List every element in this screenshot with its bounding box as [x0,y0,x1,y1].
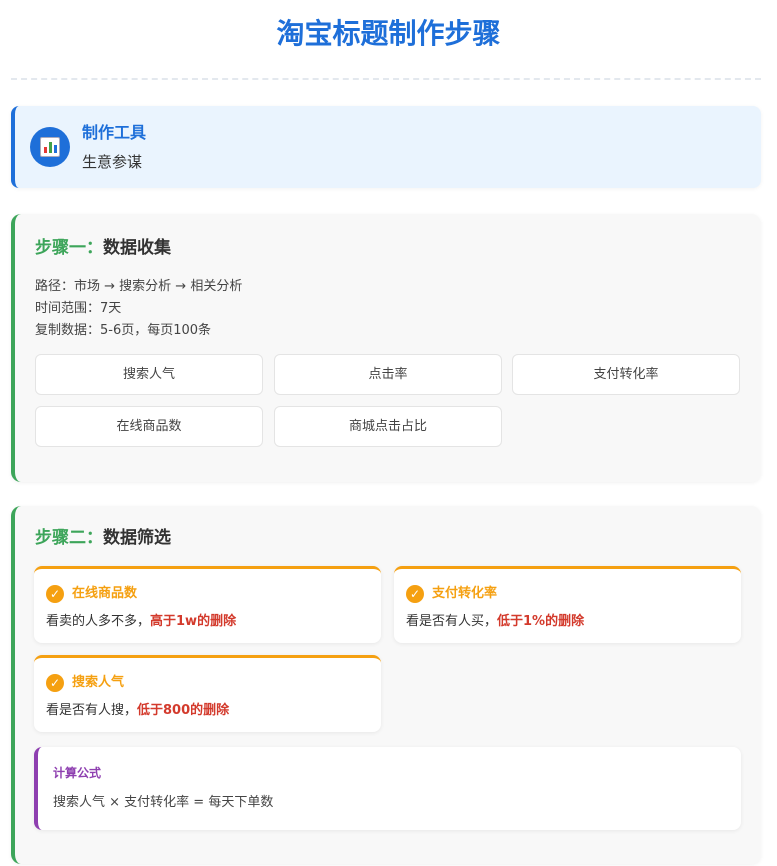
check-icon: ✓ [406,585,424,603]
check-icon: ✓ [46,674,64,692]
filter-rule: 高于1w的删除 [150,614,237,629]
tool-value: 生意参谋 [82,153,143,171]
formula-text: 搜索人气 × 支付转化率 = 每天下单数 [53,795,274,810]
filter-title: 在线商品数 [72,586,138,601]
metric-payment-conversion: 支付转化率 [512,354,740,395]
metric-click-rate: 点击率 [274,354,502,395]
step-one-title: 步骤一：数据收集 [35,236,171,260]
info-copy-data: 复制数据：5-6页，每页100条 [35,323,212,338]
filter-payment-conversion: ✓ 支付转化率 看是否有人买，低于1%的删除 [394,566,741,643]
metric-search-popularity: 搜索人气 [35,354,263,395]
step-one-name: 数据收集 [103,238,171,258]
filter-desc: 看是否有人搜，低于800的删除 [46,701,229,721]
check-icon: ✓ [46,585,64,603]
step-two-name: 数据筛选 [103,528,171,548]
filter-search-popularity: ✓ 搜索人气 看是否有人搜，低于800的删除 [34,655,381,732]
formula-label: 计算公式 [53,766,102,780]
info-time-range: 时间范围：7天 [35,301,122,316]
metric-mall-click-share: 商城点击占比 [274,406,502,447]
tool-label: 制作工具 [82,123,147,142]
filter-rule: 低于800的删除 [137,703,230,718]
step-one-card: 步骤一：数据收集 路径：市场 → 搜索分析 → 相关分析 时间范围：7天 复制数… [11,214,761,482]
filter-desc-text: 看是否有人买， [406,614,498,629]
filter-online-products: ✓ 在线商品数 看卖的人多不多，高于1w的删除 [34,566,381,643]
page-title: 淘宝标题制作步骤 [276,17,501,50]
filter-desc: 看卖的人多不多，高于1w的删除 [46,612,236,632]
formula-card: 计算公式 搜索人气 × 支付转化率 = 每天下单数 [34,747,741,830]
metric-online-products: 在线商品数 [35,406,263,447]
bar-chart-icon [30,127,70,167]
filter-title: 支付转化率 [432,586,498,601]
info-path: 路径：市场 → 搜索分析 → 相关分析 [35,279,243,294]
filter-title: 搜索人气 [72,675,125,690]
filter-desc-text: 看卖的人多不多， [46,614,151,629]
title-divider [11,78,761,80]
step-one-prefix: 步骤一： [35,238,103,258]
step-two-prefix: 步骤二： [35,528,103,548]
step-two-title: 步骤二：数据筛选 [35,526,171,550]
filter-desc: 看是否有人买，低于1%的删除 [406,612,584,632]
step-two-card: 步骤二：数据筛选 ✓ 在线商品数 看卖的人多不多，高于1w的删除 ✓ 支付转化率… [11,506,761,864]
tool-card: 制作工具 生意参谋 [11,106,761,188]
filter-desc-text: 看是否有人搜， [46,703,138,718]
filter-rule: 低于1%的删除 [497,614,585,629]
